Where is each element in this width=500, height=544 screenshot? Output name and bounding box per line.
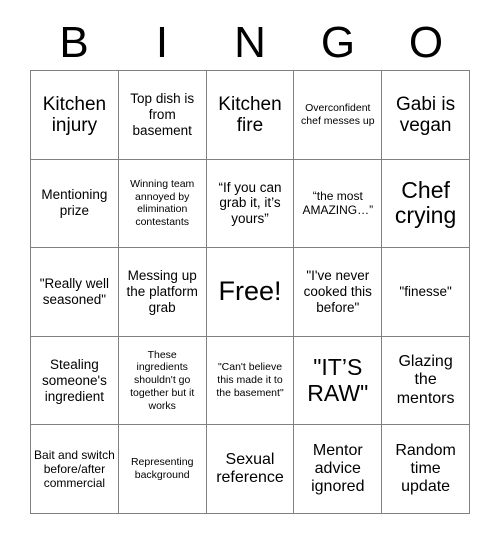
bingo-cell-label: “If you can grab it, it’s yours”: [218, 179, 282, 227]
bingo-cell-i3[interactable]: Messing up the platform grab: [118, 248, 207, 337]
bingo-cell-n4[interactable]: "Can't believe this made it to the basem…: [206, 336, 295, 426]
bingo-cell-label: "Can't believe this made it to the basem…: [216, 361, 284, 399]
bingo-header-letter-o: O: [408, 18, 444, 67]
bingo-cell-label: "finesse": [399, 284, 452, 300]
bingo-grid: Kitchen injury Top dish is from basement…: [30, 70, 470, 514]
bingo-cell-label: Chef crying: [394, 177, 457, 229]
bingo-cell-label: Mentioning prize: [41, 187, 108, 219]
bingo-free-label: Free!: [218, 276, 282, 307]
bingo-cell-i4[interactable]: These ingredients shouldn't go together …: [118, 336, 207, 426]
bingo-cell-label: “the most AMAZING…”: [302, 189, 374, 218]
bingo-cell-label: Messing up the platform grab: [126, 268, 198, 315]
bingo-cell-n2[interactable]: “If you can grab it, it’s yours”: [206, 159, 295, 249]
bingo-cell-label: Bait and switch before/after commercial: [34, 447, 115, 491]
bingo-header-letter-n: N: [234, 18, 266, 67]
bingo-header-letter-g: G: [320, 18, 356, 67]
bingo-cell-label: Gabi is vegan: [396, 93, 456, 136]
bingo-cell-g2[interactable]: “the most AMAZING…”: [294, 159, 383, 249]
bingo-cell-label: "I've never cooked this before": [303, 268, 372, 315]
bingo-cell-g1[interactable]: Overconfident chef messes up: [294, 71, 383, 160]
bingo-cell-o1[interactable]: Gabi is vegan: [382, 71, 470, 160]
bingo-cell-label: Representing background: [130, 456, 194, 482]
bingo-card: B I N G O Kitchen injury Top dish is fro…: [0, 0, 500, 544]
bingo-cell-label: "Really well seasoned": [39, 276, 110, 307]
bingo-cell-label: Overconfident chef messes up: [301, 102, 375, 127]
bingo-cell-o3[interactable]: "finesse": [382, 248, 470, 337]
bingo-header-row: B I N G O: [30, 16, 470, 70]
bingo-cell-b4[interactable]: Stealing someone's ingredient: [31, 336, 119, 426]
bingo-cell-label: Sexual reference: [216, 450, 284, 487]
bingo-cell-label: Winning team annoyed by elimination cont…: [130, 177, 195, 229]
bingo-cell-i5[interactable]: Representing background: [118, 425, 207, 514]
bingo-cell-i2[interactable]: Winning team annoyed by elimination cont…: [118, 159, 207, 249]
bingo-cell-label: Mentor advice ignored: [311, 441, 365, 496]
bingo-cell-b2[interactable]: Mentioning prize: [31, 159, 119, 249]
bingo-header-letter-i: I: [155, 18, 169, 67]
bingo-cell-label: Kitchen injury: [42, 93, 107, 136]
bingo-cell-label: Kitchen fire: [218, 93, 282, 136]
bingo-cell-i1[interactable]: Top dish is from basement: [118, 71, 207, 160]
bingo-cell-g3[interactable]: "I've never cooked this before": [294, 248, 383, 337]
bingo-cell-n5[interactable]: Sexual reference: [206, 425, 295, 514]
bingo-cell-n1[interactable]: Kitchen fire: [206, 71, 295, 160]
bingo-cell-label: Random time update: [395, 441, 456, 496]
bingo-cell-label: These ingredients shouldn't go together …: [130, 348, 195, 412]
bingo-cell-o5[interactable]: Random time update: [382, 425, 470, 514]
bingo-cell-b1[interactable]: Kitchen injury: [31, 71, 119, 160]
bingo-cell-g5[interactable]: Mentor advice ignored: [294, 425, 383, 514]
bingo-cell-b3[interactable]: "Really well seasoned": [31, 248, 119, 337]
bingo-cell-g4[interactable]: "IT’S RAW": [294, 336, 383, 426]
bingo-header-letter-b: B: [59, 18, 89, 67]
bingo-cell-free[interactable]: Free!: [206, 248, 295, 337]
bingo-cell-label: Top dish is from basement: [130, 90, 195, 138]
bingo-cell-label: Glazing the mentors: [396, 353, 455, 407]
bingo-cell-o2[interactable]: Chef crying: [382, 159, 470, 249]
bingo-cell-b5[interactable]: Bait and switch before/after commercial: [31, 425, 119, 514]
bingo-cell-label: "IT’S RAW": [307, 354, 369, 406]
bingo-cell-label: Stealing someone's ingredient: [41, 356, 107, 404]
bingo-cell-o4[interactable]: Glazing the mentors: [382, 336, 470, 426]
